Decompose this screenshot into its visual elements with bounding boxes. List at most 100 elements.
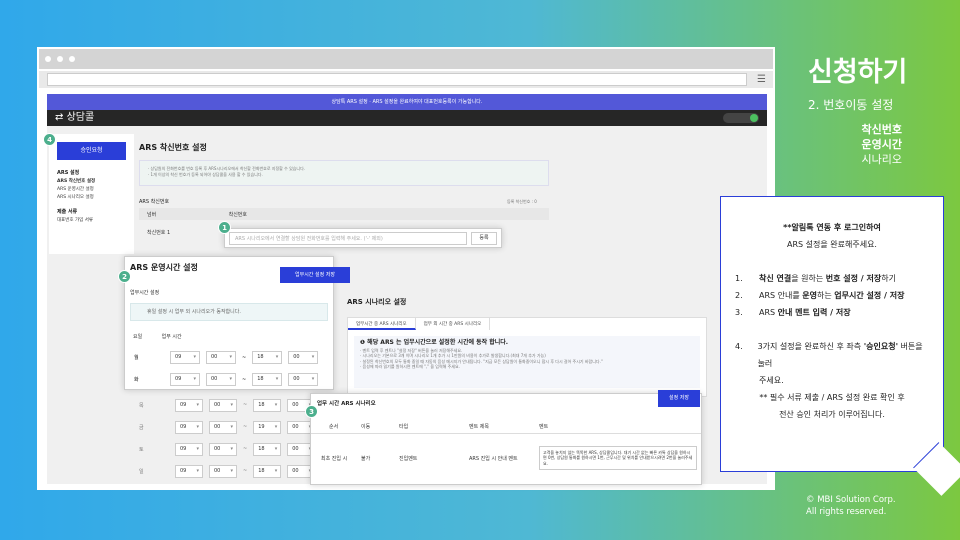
- scenario-order: 최초 진입 시: [321, 455, 348, 462]
- range-dash: ~: [243, 468, 248, 474]
- hour-select[interactable]: 09: [170, 373, 200, 386]
- browser-titlebar: [39, 49, 773, 69]
- table-count: 등록 착신번호 : 0: [507, 199, 537, 204]
- table-header: 넘버 착신번호: [139, 208, 549, 220]
- hour-select[interactable]: 09: [175, 398, 203, 412]
- step4-badge: 4: [43, 133, 56, 146]
- save-hours-button[interactable]: 업무시간 설정 저장: [280, 267, 350, 283]
- hour-select[interactable]: 09: [175, 464, 203, 478]
- table-label: ARS 착신번호: [139, 199, 170, 205]
- instruction-memo: **알림톡 연동 후 로그인하여 ARS 설정을 완료해주세요. 1. 착신 연결…: [720, 196, 960, 496]
- minute-select[interactable]: 00: [209, 464, 237, 478]
- hour-select[interactable]: 09: [175, 420, 203, 434]
- slide-title: 신청하기: [808, 57, 908, 88]
- scenario-card-title: 업무 시간 ARS 시나리오: [317, 401, 376, 407]
- sidebar-group-title: ARS 설정: [57, 170, 80, 176]
- brand-name: 상담콜: [66, 112, 95, 123]
- memo-text: 하는: [817, 291, 835, 300]
- window-dot[interactable]: [57, 56, 63, 62]
- minute-select[interactable]: 00: [206, 373, 236, 386]
- menu-icon[interactable]: ☰: [757, 74, 767, 85]
- scenario-ment-input[interactable]: 고객을 놓치지 않는 똑똑한 ARS, 상담콜입니다. 대기 시간 없는 빠른 …: [539, 445, 697, 471]
- hour-select[interactable]: 09: [175, 442, 203, 456]
- phone-number-input[interactable]: ARS 시나리오에서 연결할 상담원 전화번호를 입력해 주세요. ('-' 제…: [229, 232, 467, 245]
- hour-select[interactable]: 18: [253, 398, 282, 412]
- sidebar-group-title: 제출 서류: [57, 209, 78, 215]
- scenario-type: 진입멘트: [399, 455, 418, 462]
- memo-item: 2. ARS 안내를 운영하는 업무시간 설정 / 저장: [735, 287, 929, 304]
- column-header: 타입: [399, 424, 409, 430]
- holiday-notice: 휴일 설정 시 업무 외 시나리오가 동작합니다.: [130, 303, 328, 321]
- info-line: · 1개 이상의 착신 번호가 등록 되어야 상담콜을 사용 할 수 있습니다.: [148, 172, 263, 177]
- hours-row: 월 09 00 ~ 18 00: [130, 351, 319, 364]
- minute-select[interactable]: 00: [288, 373, 319, 386]
- minute-select[interactable]: 00: [288, 351, 319, 364]
- step-item: 운영시간: [861, 138, 902, 151]
- memo-bold: 안내 멘트 입력 / 저장: [777, 308, 851, 317]
- row-label: 착신번호 1: [147, 230, 171, 236]
- hour-select[interactable]: 19: [253, 420, 282, 434]
- hours-row: 화 09 00 ~ 18 00: [130, 373, 319, 386]
- memo-item-number: 1.: [735, 274, 743, 283]
- column-header: 넘버: [147, 212, 157, 218]
- register-button[interactable]: 등록: [471, 232, 497, 245]
- page-curl: [913, 442, 960, 496]
- memo-text: 3가지 설정을 완료하신 후 좌측: [757, 342, 864, 351]
- step1-card: ARS 시나리오에서 연결할 상담원 전화번호를 입력해 주세요. ('-' 제…: [224, 228, 502, 248]
- hour-select[interactable]: 09: [170, 351, 200, 364]
- step-items: 착신번호 운영시간 시나리오: [862, 122, 902, 167]
- ars-scenario-title: ARS 시나리오 설정: [347, 298, 407, 306]
- save-scenario-button[interactable]: 설정 저장: [658, 390, 700, 407]
- scenario-ment-title: ARS 진입 시 안내 멘트: [469, 455, 518, 462]
- column-header: 멘트: [539, 424, 549, 430]
- memo-bold: 운영: [802, 291, 818, 300]
- day-label: 목: [139, 402, 144, 409]
- address-bar[interactable]: [47, 73, 747, 86]
- memo-text: 하기: [881, 274, 896, 283]
- scenario-row: 최초 진입 시 불가 진입멘트 ARS 진입 시 안내 멘트 고객을 놓치지 않…: [311, 439, 701, 477]
- memo-intro: ARS 설정을 완료해주세요.: [787, 240, 877, 249]
- column-header: 착신번호: [228, 212, 247, 218]
- column-header: 멘트 제목: [469, 424, 489, 430]
- memo-bold: 착신 연결: [759, 274, 792, 283]
- copyright-line: © MBI Solution Corp.: [806, 495, 896, 505]
- call-toggle[interactable]: [723, 113, 759, 123]
- hour-select[interactable]: 18: [253, 464, 282, 478]
- ars-tabs: 업무시간 중 ARS 시나리오 업무 외 시간 중 ARS 시나리오: [348, 318, 706, 330]
- hour-select[interactable]: 18: [252, 373, 283, 386]
- sidebar-item-ars-scenario[interactable]: ARS 시나리오 설정: [49, 193, 134, 201]
- tab-business-hours[interactable]: 업무시간 중 ARS 시나리오: [348, 318, 416, 330]
- column-header: 이동: [361, 424, 371, 430]
- memo-item-number: 3.: [735, 308, 743, 317]
- minute-select[interactable]: 00: [209, 420, 237, 434]
- memo-bold: '승인요청': [863, 342, 899, 351]
- memo-text: 주세요.: [759, 376, 784, 385]
- sidebar-item-ars-number[interactable]: ARS 착신번호 설정: [49, 177, 134, 185]
- ars-note: ❶ 해당 ARS 는 업무시간으로 설정한 시간에 동작 합니다. · 멘트 입…: [354, 336, 700, 388]
- minute-select[interactable]: 00: [209, 398, 237, 412]
- hours-sub-title: 업무시간 설정: [130, 290, 160, 296]
- hour-select[interactable]: 18: [253, 442, 282, 456]
- memo-text: ARS: [759, 308, 778, 317]
- sidebar-item-ars-hours[interactable]: ARS 운영시간 설정: [49, 185, 134, 193]
- window-dot[interactable]: [45, 56, 51, 62]
- minute-select[interactable]: 00: [209, 442, 237, 456]
- window-dot[interactable]: [69, 56, 75, 62]
- approve-request-button[interactable]: 승인요청: [57, 142, 126, 160]
- step3-card: 업무 시간 ARS 시나리오 설정 저장 순서 이동 타입 멘트 제목 멘트 최…: [310, 390, 702, 485]
- hours-table-header: 요일 업무 시간: [130, 333, 182, 340]
- hour-select[interactable]: 18: [252, 351, 283, 364]
- memo-footnote: ** 필수 서류 제출 / ARS 설정 완료 확인 후: [759, 393, 905, 402]
- scenario-move: 불가: [361, 455, 371, 462]
- range-dash: ~: [243, 424, 248, 430]
- memo-intro: **알림톡 연동 후 로그인하여: [783, 223, 881, 232]
- range-dash: ~: [243, 402, 248, 408]
- column-header: 요일: [133, 334, 143, 340]
- copyright: © MBI Solution Corp. All rights reserved…: [806, 494, 896, 518]
- memo-text: ARS 안내를: [759, 291, 803, 300]
- sidebar-item-documents[interactable]: 대표번호 가입 서류: [49, 216, 134, 224]
- minute-select[interactable]: 00: [206, 351, 236, 364]
- range-dash: ~: [242, 376, 247, 383]
- tab-after-hours[interactable]: 업무 외 시간 중 ARS 시나리오: [416, 318, 491, 330]
- range-dash: ~: [243, 446, 248, 452]
